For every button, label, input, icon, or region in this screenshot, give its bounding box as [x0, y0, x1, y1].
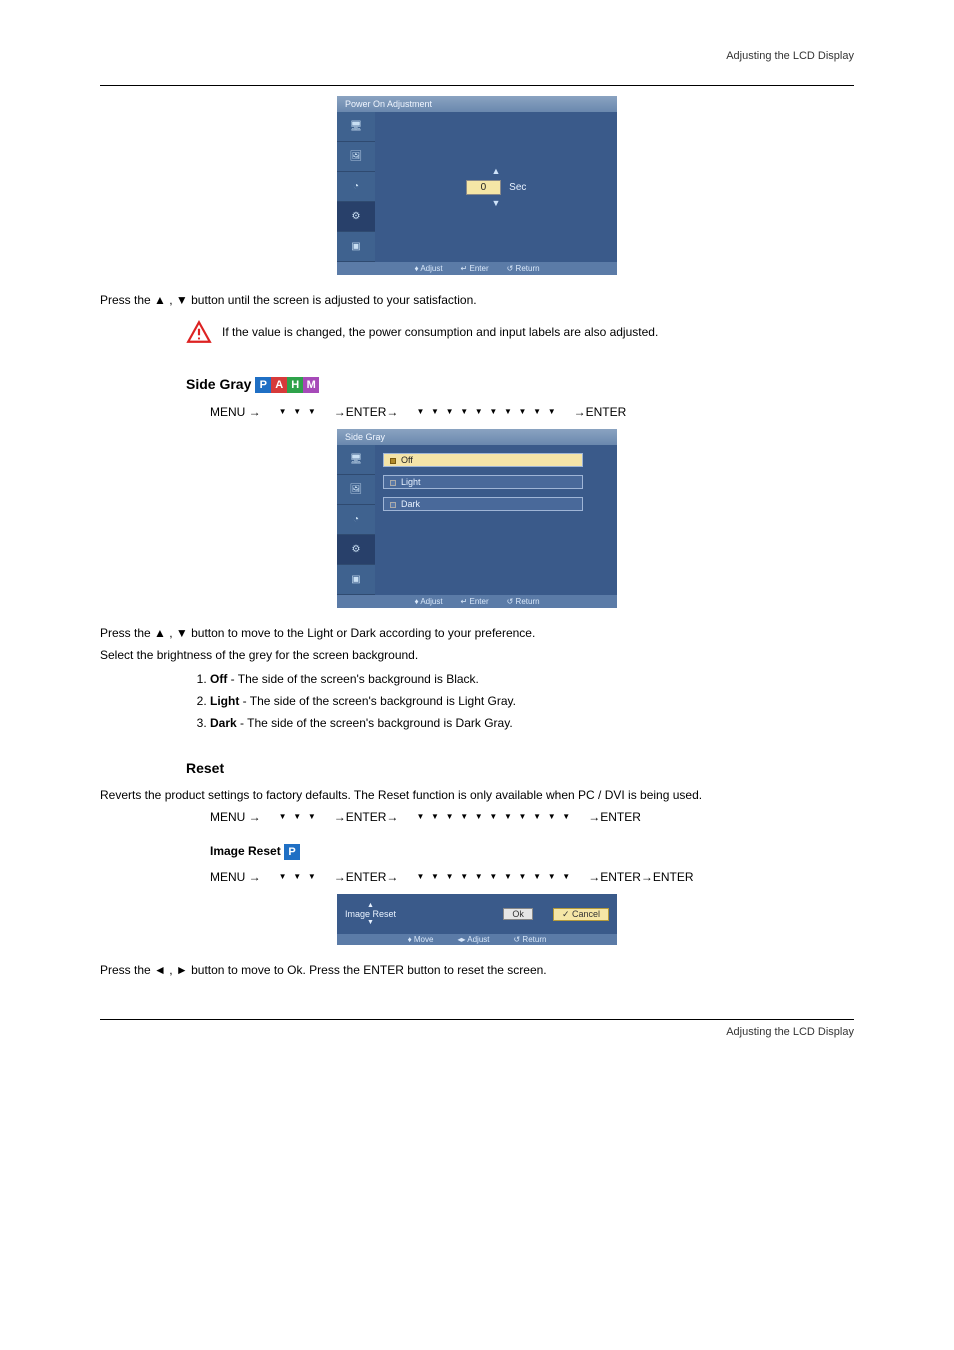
mode-badges: P A H M	[255, 377, 319, 393]
osd-tab-picture[interactable]: 🖼	[337, 475, 375, 505]
osd-title: Side Gray	[337, 429, 617, 445]
option-off[interactable]: Off	[383, 453, 583, 467]
warning-text: If the value is changed, the power consu…	[222, 323, 854, 341]
osd-bar-title: ▲ Image Reset ▼	[345, 902, 396, 926]
side-gray-step: Press the ▲ , ▼ button to move to the Li…	[100, 624, 854, 642]
osd-hint-adjust: ◂▸ Adjust	[457, 935, 489, 944]
mode-a-icon: A	[271, 377, 287, 393]
osd-tab-setup[interactable]: ⚙	[337, 535, 375, 565]
mode-badges: P	[284, 844, 300, 860]
side-gray-intro: Select the brightness of the grey for th…	[100, 646, 854, 664]
ok-button[interactable]: Ok	[503, 908, 533, 920]
side-gray-options-list: Off - The side of the screen's backgroun…	[210, 670, 854, 732]
reset-heading: Reset	[186, 760, 854, 776]
osd-hint-move: ♦ Move	[408, 935, 434, 944]
osd-hint-return: ↺ Return	[507, 264, 540, 273]
image-reset-nav: MENU → ▼ ▼ ▼ →ENTER→ ▼ ▼ ▼ ▼ ▼ ▼ ▼ ▼ ▼ ▼…	[210, 868, 854, 886]
mode-h-icon: H	[287, 377, 303, 393]
unit-label: Sec	[509, 182, 526, 193]
osd-sidebar: 🖥 🖼 ◔ ⚙ ▣	[337, 112, 375, 262]
header-rule	[100, 66, 854, 86]
header-section: Adjusting the LCD Display	[100, 50, 854, 66]
up-arrow-icon: ▲	[492, 167, 501, 176]
osd-hint-enter: ↵ Enter	[461, 597, 489, 606]
image-reset-heading: Image Reset P	[210, 844, 854, 860]
side-gray-heading: Side Gray P A H M	[186, 376, 854, 393]
cancel-button[interactable]: ✓ Cancel	[553, 908, 609, 921]
osd-image-reset: ▲ Image Reset ▼ Ok ✓ Cancel ♦ Move ◂▸ Ad…	[337, 894, 617, 945]
warning-icon	[186, 319, 212, 348]
osd-tab-sound[interactable]: ◔	[337, 505, 375, 535]
osd-hint-return: ↺ Return	[513, 935, 546, 944]
option-light[interactable]: Light	[383, 475, 583, 489]
mode-p-icon: P	[284, 844, 300, 860]
osd-sidebar: 🖥 🖼 ◔ ⚙ ▣	[337, 445, 375, 595]
footer-section: Adjusting the LCD Display	[100, 1019, 854, 1038]
osd-tab-sound[interactable]: ◔	[337, 172, 375, 202]
mode-p-icon: P	[255, 377, 271, 393]
mode-m-icon: M	[303, 377, 319, 393]
image-reset-step: Press the ◄ , ► button to move to Ok. Pr…	[100, 961, 854, 979]
osd-hint-return: ↺ Return	[507, 597, 540, 606]
value-box[interactable]: 0	[466, 180, 502, 195]
osd-hint-adjust: ♦ Adjust	[414, 264, 442, 273]
power-on-step: Press the ▲ , ▼ button until the screen …	[100, 291, 854, 309]
osd-hint-enter: ↵ Enter	[461, 264, 489, 273]
side-gray-nav: MENU → ▼ ▼ ▼ →ENTER→ ▼ ▼ ▼ ▼ ▼ ▼ ▼ ▼ ▼ ▼…	[210, 403, 854, 421]
osd-tab-picture[interactable]: 🖼	[337, 142, 375, 172]
reset-nav: MENU → ▼ ▼ ▼ →ENTER→ ▼ ▼ ▼ ▼ ▼ ▼ ▼ ▼ ▼ ▼…	[210, 808, 854, 826]
osd-tab-setup[interactable]: ⚙	[337, 202, 375, 232]
osd-hint-adjust: ♦ Adjust	[414, 597, 442, 606]
option-dark[interactable]: Dark	[383, 497, 583, 511]
osd-tab-input[interactable]: 🖥	[337, 445, 375, 475]
osd-power-on-adjustment: Power On Adjustment 🖥 🖼 ◔ ⚙ ▣ ▲ 0 Sec ▼	[337, 96, 617, 275]
osd-tab-multi[interactable]: ▣	[337, 565, 375, 595]
osd-title: Power On Adjustment	[337, 96, 617, 112]
reset-intro: Reverts the product settings to factory …	[100, 786, 854, 804]
down-arrow-icon: ▼	[492, 199, 501, 208]
osd-side-gray: Side Gray 🖥 🖼 ◔ ⚙ ▣ Off Light Dark ♦ Adj…	[337, 429, 617, 608]
osd-tab-multi[interactable]: ▣	[337, 232, 375, 262]
osd-tab-input[interactable]: 🖥	[337, 112, 375, 142]
